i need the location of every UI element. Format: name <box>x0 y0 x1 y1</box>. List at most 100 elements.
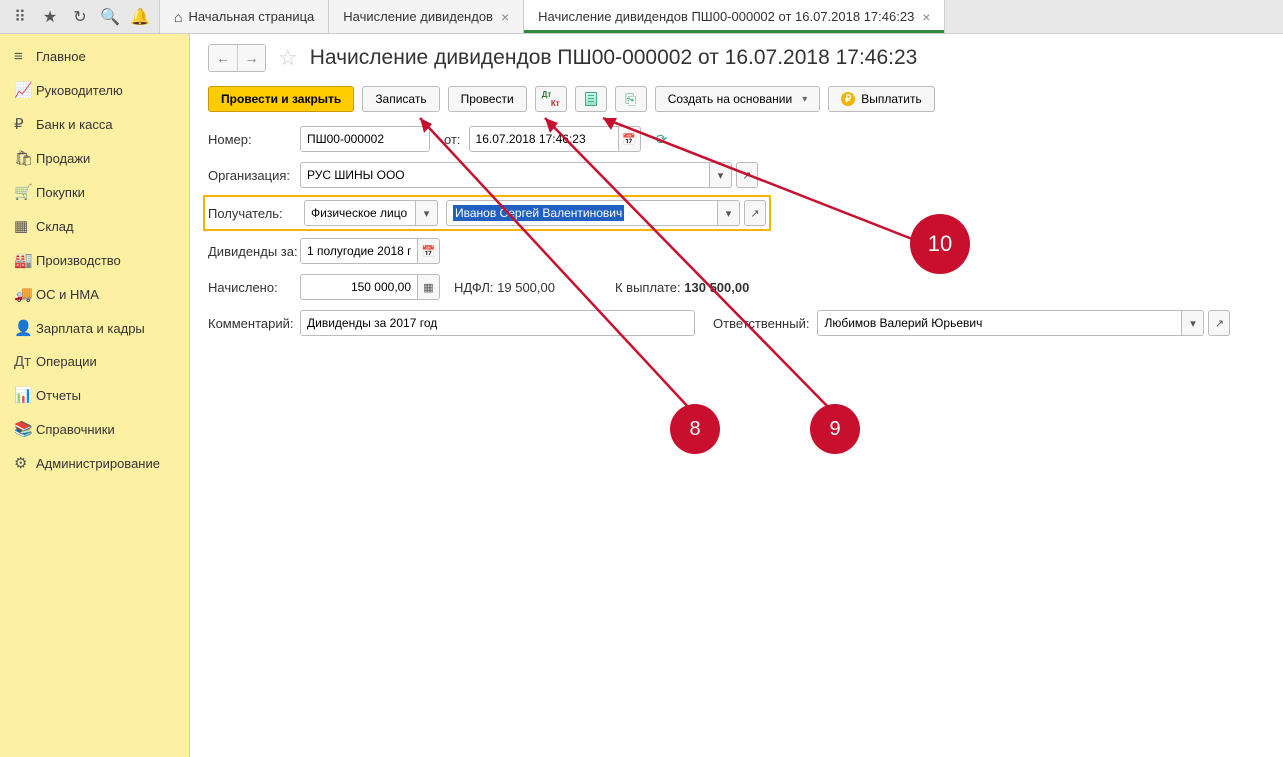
dropdown-icon[interactable]: ▾ <box>416 200 438 226</box>
register-button[interactable] <box>575 86 607 112</box>
annotation-marker-10: 10 <box>910 214 970 274</box>
sidebar-icon: 📊 <box>14 386 36 404</box>
sidebar-item-label: Руководителю <box>36 83 123 98</box>
dtkt-button[interactable]: ДтКт <box>535 86 567 112</box>
sidebar-item[interactable]: 🛒Покупки <box>0 175 189 209</box>
sidebar-icon: 🚚 <box>14 285 36 303</box>
sidebar-icon: 📚 <box>14 420 36 438</box>
ndfl-label: НДФЛ: 19 500,00 <box>454 280 555 295</box>
sidebar-item[interactable]: 🏭Производство <box>0 243 189 277</box>
create-based-button[interactable]: Создать на основании <box>655 86 821 112</box>
recipient-type-input[interactable] <box>304 200 416 226</box>
recipient-name-input[interactable]: Иванов Сергей Валентинович <box>446 200 718 226</box>
top-bar: ⠿ ★ ↻ 🔍 🔔 ⌂ Начальная страница Начислени… <box>0 0 1283 34</box>
search-icon[interactable]: 🔍 <box>96 3 124 31</box>
annotation-marker-8: 8 <box>670 404 720 454</box>
accrued-input[interactable] <box>300 274 418 300</box>
sidebar-item-label: Отчеты <box>36 388 81 403</box>
sidebar-icon: 🏭 <box>14 251 36 269</box>
nav-back-button[interactable]: ← <box>209 45 237 71</box>
sidebar-icon: 🛍 <box>14 149 36 167</box>
sidebar-item[interactable]: ДтОперации <box>0 345 189 378</box>
dropdown-icon[interactable]: ▾ <box>1182 310 1204 336</box>
open-icon[interactable]: ↗ <box>1208 310 1230 336</box>
sidebar-item[interactable]: 🛍Продажи <box>0 141 189 175</box>
tab-dividends-list[interactable]: Начисление дивидендов × <box>328 0 524 33</box>
ruble-icon: ₽ <box>841 92 855 106</box>
sidebar-item-label: Склад <box>36 219 74 234</box>
sidebar-item[interactable]: 🚚ОС и НМА <box>0 277 189 311</box>
star-icon[interactable]: ★ <box>36 3 64 31</box>
sidebar-item[interactable]: ≡Главное <box>0 40 189 73</box>
sidebar-item[interactable]: ₽Банк и касса <box>0 107 189 141</box>
comment-label: Комментарий: <box>208 316 300 331</box>
home-icon: ⌂ <box>174 9 182 25</box>
close-icon[interactable]: × <box>501 9 509 25</box>
open-icon[interactable]: ↗ <box>736 162 758 188</box>
recipient-label: Получатель: <box>208 206 304 221</box>
sidebar-item-label: Покупки <box>36 185 85 200</box>
nav-forward-button[interactable]: → <box>237 45 265 71</box>
post-and-close-button[interactable]: Провести и закрыть <box>208 86 354 112</box>
sidebar-item-label: Банк и касса <box>36 117 113 132</box>
dropdown-icon[interactable]: ▾ <box>710 162 732 188</box>
org-input[interactable] <box>300 162 710 188</box>
period-label: Дивиденды за: <box>208 244 300 259</box>
refresh-icon[interactable]: ⟳ <box>651 126 673 152</box>
close-icon[interactable]: × <box>922 9 930 25</box>
sidebar-icon: ≡ <box>14 48 36 65</box>
calc-icon[interactable]: ▦ <box>418 274 440 300</box>
tab-label: Начисление дивидендов <box>343 9 493 24</box>
apps-icon[interactable]: ⠿ <box>6 3 34 31</box>
comment-input[interactable] <box>300 310 695 336</box>
accrued-label: Начислено: <box>208 280 300 295</box>
sidebar-icon: 🛒 <box>14 183 36 201</box>
calendar-icon[interactable]: 📅 <box>619 126 641 152</box>
open-icon[interactable]: ↗ <box>744 200 766 226</box>
sidebar: ≡Главное📈Руководителю₽Банк и касса🛍Прода… <box>0 34 190 757</box>
responsible-input[interactable] <box>817 310 1182 336</box>
period-input[interactable] <box>300 238 418 264</box>
sidebar-item-label: Продажи <box>36 151 90 166</box>
sidebar-item-label: Зарплата и кадры <box>36 321 145 336</box>
sidebar-item[interactable]: 📊Отчеты <box>0 378 189 412</box>
favorite-star-icon[interactable]: ☆ <box>278 45 298 71</box>
sidebar-icon: ⚙ <box>14 454 36 472</box>
tab-label: Начальная страница <box>188 9 314 24</box>
sidebar-icon: ▦ <box>14 217 36 235</box>
sidebar-item[interactable]: ⚙Администрирование <box>0 446 189 480</box>
sidebar-icon: ₽ <box>14 115 36 133</box>
save-button[interactable]: Записать <box>362 86 439 112</box>
calendar-icon[interactable]: 📅 <box>418 238 440 264</box>
sidebar-item[interactable]: 👤Зарплата и кадры <box>0 311 189 345</box>
number-label: Номер: <box>208 132 300 147</box>
sidebar-item[interactable]: 📚Справочники <box>0 412 189 446</box>
responsible-label: Ответственный: <box>713 316 809 331</box>
date-input[interactable] <box>469 126 619 152</box>
tab-home[interactable]: ⌂ Начальная страница <box>159 0 329 33</box>
sidebar-icon: 👤 <box>14 319 36 337</box>
org-label: Организация: <box>208 168 300 183</box>
pay-button[interactable]: ₽Выплатить <box>828 86 935 112</box>
attach-button[interactable]: ⎘ <box>615 86 647 112</box>
post-button[interactable]: Провести <box>448 86 527 112</box>
number-input[interactable] <box>300 126 430 152</box>
history-icon[interactable]: ↻ <box>66 3 94 31</box>
sidebar-icon: 📈 <box>14 81 36 99</box>
sidebar-item-label: ОС и НМА <box>36 287 99 302</box>
tab-dividends-doc[interactable]: Начисление дивидендов ПШ00-000002 от 16.… <box>523 0 945 33</box>
sidebar-icon: Дт <box>14 353 36 370</box>
topay-label: К выплате: 130 500,00 <box>615 280 749 295</box>
page-title: Начисление дивидендов ПШ00-000002 от 16.… <box>310 46 918 70</box>
annotation-marker-9: 9 <box>810 404 860 454</box>
sidebar-item[interactable]: ▦Склад <box>0 209 189 243</box>
sidebar-item-label: Операции <box>36 354 97 369</box>
sidebar-item-label: Справочники <box>36 422 115 437</box>
bell-icon[interactable]: 🔔 <box>126 3 154 31</box>
sidebar-item-label: Производство <box>36 253 121 268</box>
sidebar-item-label: Администрирование <box>36 456 160 471</box>
sidebar-item[interactable]: 📈Руководителю <box>0 73 189 107</box>
dropdown-icon[interactable]: ▾ <box>718 200 740 226</box>
sidebar-item-label: Главное <box>36 49 86 64</box>
from-label: от: <box>444 132 461 147</box>
